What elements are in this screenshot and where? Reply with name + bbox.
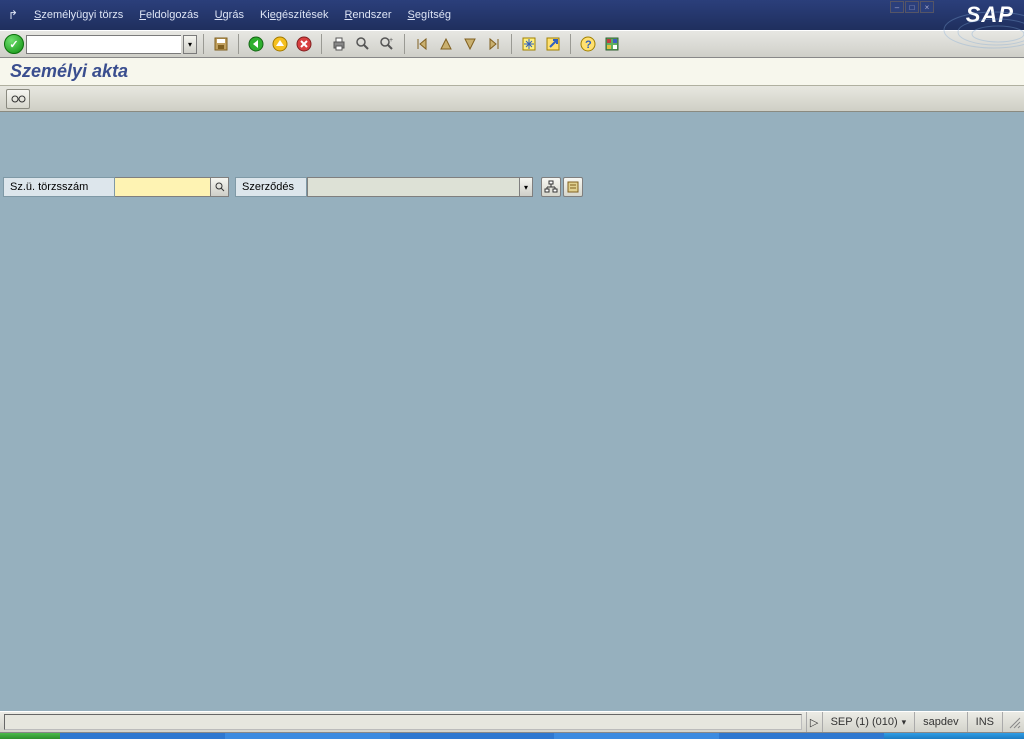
- next-page-button[interactable]: [459, 33, 481, 55]
- status-expand-button[interactable]: ▷: [806, 712, 822, 732]
- windows-taskbar: [0, 733, 1024, 739]
- status-insert-mode: INS: [967, 712, 1002, 732]
- separator: [570, 34, 571, 54]
- last-page-button[interactable]: [483, 33, 505, 55]
- separator: [238, 34, 239, 54]
- close-button[interactable]: ×: [920, 1, 934, 13]
- title-bar: Személyi akta: [0, 58, 1024, 86]
- find-button[interactable]: [352, 33, 374, 55]
- contract-label: Szerződés: [235, 177, 307, 197]
- menu-system[interactable]: Rendszer: [336, 7, 399, 23]
- search-help-icon: [215, 182, 225, 192]
- personnel-file-button[interactable]: [563, 177, 583, 197]
- help-button[interactable]: ?: [577, 33, 599, 55]
- minimize-button[interactable]: –: [890, 1, 904, 13]
- page-title: Személyi akta: [10, 61, 128, 82]
- glasses-icon: [10, 92, 26, 106]
- status-message-area: [4, 714, 802, 730]
- org-assignment-button[interactable]: [541, 177, 561, 197]
- status-system-text: SEP (1) (010): [831, 716, 898, 728]
- cancel-button[interactable]: [293, 33, 315, 55]
- back-button[interactable]: [245, 33, 267, 55]
- contract-input[interactable]: [307, 177, 519, 197]
- start-button-sliver[interactable]: [0, 733, 60, 739]
- session-indicator-icon: ↱: [6, 8, 20, 22]
- exit-button[interactable]: [269, 33, 291, 55]
- separator: [511, 34, 512, 54]
- contract-dropdown[interactable]: ▾: [519, 177, 533, 197]
- svg-text:+: +: [389, 37, 393, 44]
- separator: [404, 34, 405, 54]
- personnel-number-search-help[interactable]: [211, 177, 229, 197]
- menu-goto[interactable]: Ugrás: [207, 7, 252, 23]
- enter-button[interactable]: ✓: [4, 34, 24, 54]
- first-page-button[interactable]: [411, 33, 433, 55]
- separator: [321, 34, 322, 54]
- command-history-dropdown[interactable]: ▾: [183, 35, 197, 54]
- dropdown-icon: ▾: [902, 717, 907, 728]
- menu-bar: ↱ SSzemélyügyi törzszemélyügyi törzs Fel…: [0, 0, 1024, 30]
- print-button[interactable]: [328, 33, 350, 55]
- menu-extras[interactable]: Kiegészítések: [252, 7, 337, 23]
- menu-help[interactable]: Segítség: [400, 7, 459, 23]
- maximize-button[interactable]: □: [905, 1, 919, 13]
- command-field[interactable]: [26, 35, 181, 54]
- menu-personnel-master[interactable]: SSzemélyügyi törzszemélyügyi törzs: [26, 7, 131, 23]
- status-bar: ▷ SEP (1) (010) ▾ sapdev INS: [0, 711, 1024, 733]
- standard-toolbar: ✓ ▾ + ?: [0, 30, 1024, 58]
- system-tray-sliver: [884, 733, 1024, 739]
- org-structure-icon: [544, 180, 558, 194]
- prev-page-button[interactable]: [435, 33, 457, 55]
- customize-layout-button[interactable]: [601, 33, 623, 55]
- save-button[interactable]: [210, 33, 232, 55]
- content-area: Sz.ü. törzsszám Szerződés ▾: [0, 112, 1024, 711]
- display-overview-button[interactable]: [6, 89, 30, 109]
- new-session-button[interactable]: [518, 33, 540, 55]
- status-server: sapdev: [914, 712, 966, 732]
- personnel-number-label: Sz.ü. törzsszám: [3, 177, 115, 197]
- window-controls: – □ ×: [890, 1, 934, 13]
- actions-icon: [566, 180, 580, 194]
- status-system[interactable]: SEP (1) (010) ▾: [822, 712, 915, 732]
- selection-row: Sz.ü. törzsszám Szerződés ▾: [3, 176, 583, 198]
- sap-logo: SAP: [966, 0, 1014, 30]
- resize-grip[interactable]: [1002, 712, 1024, 732]
- create-shortcut-button[interactable]: [542, 33, 564, 55]
- personnel-number-input[interactable]: [115, 177, 211, 197]
- svg-text:?: ?: [585, 39, 592, 51]
- find-next-button[interactable]: +: [376, 33, 398, 55]
- separator: [203, 34, 204, 54]
- menu-processing[interactable]: Feldolgozás: [131, 7, 206, 23]
- application-toolbar: [0, 86, 1024, 112]
